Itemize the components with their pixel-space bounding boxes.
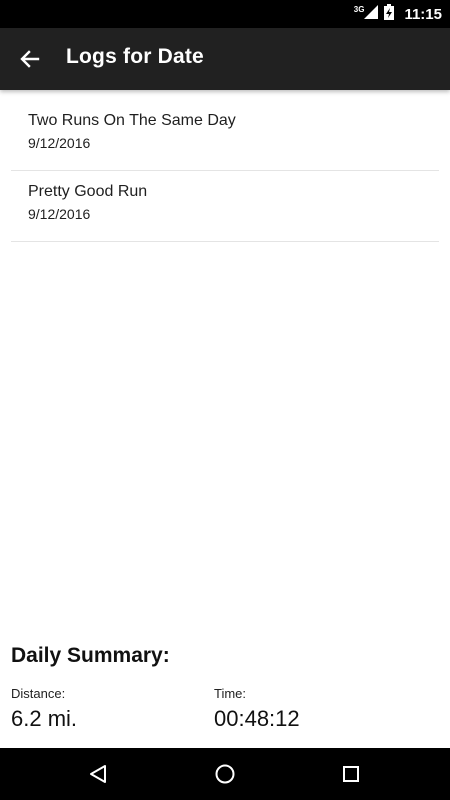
battery-charging-icon: [384, 3, 395, 25]
cell-signal-icon: [364, 4, 379, 24]
log-item-date: 9/12/2016: [28, 206, 91, 222]
screen: 3G 11:15 Logs for Date Two Runs On The S…: [0, 0, 450, 800]
log-item-title: Two Runs On The Same Day: [28, 112, 236, 129]
network-type-label: 3G: [353, 4, 365, 14]
system-nav-bar: [0, 748, 450, 800]
log-list: Two Runs On The Same Day 9/12/2016 Prett…: [11, 100, 439, 242]
nav-back-button[interactable]: [84, 760, 112, 788]
log-item[interactable]: Two Runs On The Same Day 9/12/2016: [11, 100, 439, 171]
status-icons: 3G 11:15: [354, 0, 442, 28]
status-bar: 3G 11:15: [0, 0, 450, 28]
time-value: 00:48:12: [214, 706, 300, 731]
nav-home-button[interactable]: [211, 760, 239, 788]
distance-stat: Distance: 6.2 mi.: [11, 686, 77, 732]
app-bar: Logs for Date: [0, 28, 450, 90]
square-recents-icon: [343, 766, 359, 782]
circle-home-icon: [215, 764, 235, 784]
time-stat: Time: 00:48:12: [214, 686, 300, 732]
daily-summary: Daily Summary: Distance: 6.2 mi. Time: 0…: [11, 644, 439, 744]
back-button[interactable]: [14, 43, 46, 75]
triangle-back-icon: [90, 765, 106, 783]
distance-label: Distance:: [11, 686, 66, 701]
log-item-date: 9/12/2016: [28, 135, 91, 151]
page-title: Logs for Date: [66, 45, 204, 68]
summary-title: Daily Summary:: [11, 644, 170, 667]
nav-recents-button[interactable]: [337, 760, 365, 788]
time-label: Time:: [214, 686, 247, 701]
status-clock: 11:15: [404, 5, 442, 23]
log-item[interactable]: Pretty Good Run 9/12/2016: [11, 171, 439, 242]
arrow-left-icon: [20, 50, 40, 68]
distance-value: 6.2 mi.: [11, 706, 78, 731]
log-item-title: Pretty Good Run: [28, 183, 148, 200]
